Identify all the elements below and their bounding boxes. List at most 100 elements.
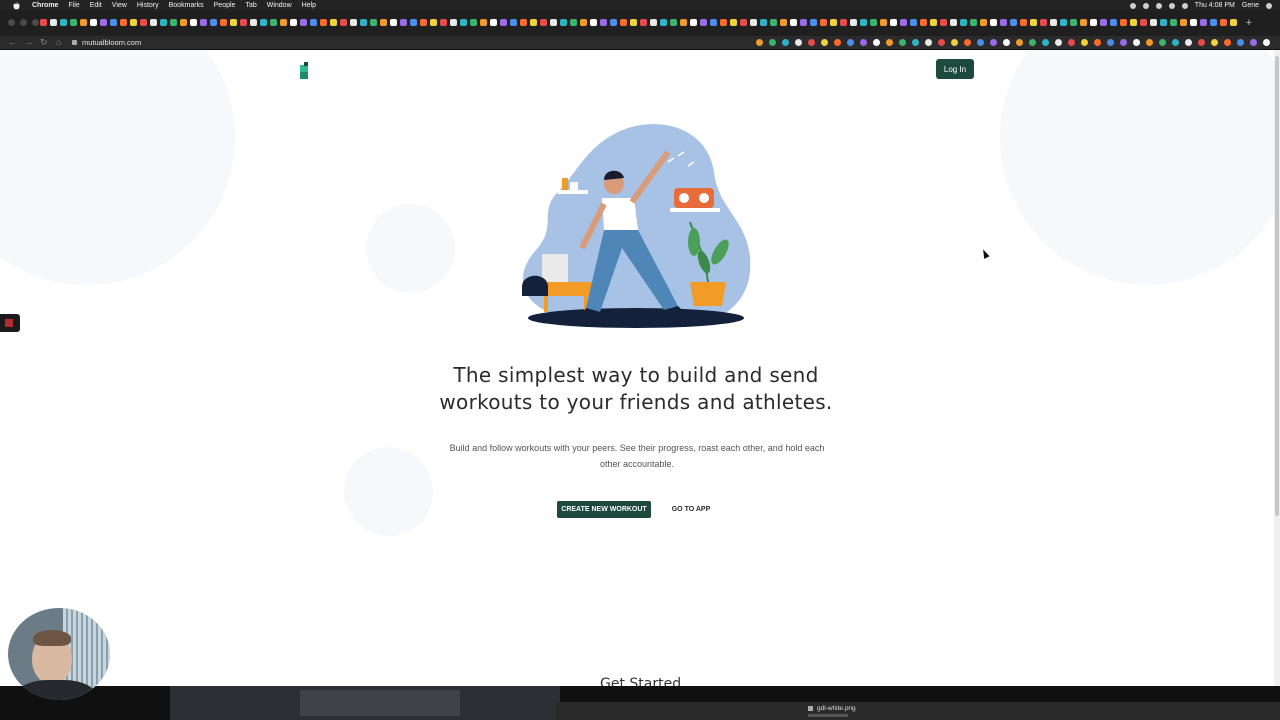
tab-favicon-icon[interactable] bbox=[480, 19, 487, 26]
tab-favicon-icon[interactable] bbox=[1140, 19, 1147, 26]
tab-favicon-icon[interactable] bbox=[970, 19, 977, 26]
extension-icon[interactable] bbox=[977, 39, 984, 46]
tab-favicon-icon[interactable] bbox=[70, 19, 77, 26]
tab-favicon-icon[interactable] bbox=[630, 19, 637, 26]
tab-favicon-icon[interactable] bbox=[1100, 19, 1107, 26]
minimize-window-icon[interactable] bbox=[20, 19, 27, 26]
tab-favicon-icon[interactable] bbox=[1200, 19, 1207, 26]
extension-icon[interactable] bbox=[1042, 39, 1049, 46]
tab-favicon-icon[interactable] bbox=[830, 19, 837, 26]
extension-icon[interactable] bbox=[795, 39, 802, 46]
tab-favicon-icon[interactable] bbox=[650, 19, 657, 26]
tab-favicon-icon[interactable] bbox=[870, 19, 877, 26]
extension-icon[interactable] bbox=[1120, 39, 1127, 46]
extension-icon[interactable] bbox=[782, 39, 789, 46]
tab-favicon-icon[interactable] bbox=[600, 19, 607, 26]
extension-icon[interactable] bbox=[886, 39, 893, 46]
extension-icon[interactable] bbox=[1146, 39, 1153, 46]
tab-favicon-icon[interactable] bbox=[1110, 19, 1117, 26]
extension-icon[interactable] bbox=[847, 39, 854, 46]
tab-favicon-icon[interactable] bbox=[770, 19, 777, 26]
extension-icon[interactable] bbox=[873, 39, 880, 46]
new-tab-icon[interactable]: + bbox=[1246, 17, 1252, 29]
menu-file[interactable]: File bbox=[68, 2, 79, 9]
tab-favicon-icon[interactable] bbox=[840, 19, 847, 26]
menu-history[interactable]: History bbox=[137, 2, 159, 9]
tab-favicon-icon[interactable] bbox=[1070, 19, 1077, 26]
tab-favicon-icon[interactable] bbox=[100, 19, 107, 26]
extension-icon[interactable] bbox=[912, 39, 919, 46]
menubar-user[interactable]: Gene bbox=[1242, 2, 1259, 9]
tab-favicon-icon[interactable] bbox=[550, 19, 557, 26]
extension-icon[interactable] bbox=[834, 39, 841, 46]
tab-favicon-icon[interactable] bbox=[910, 19, 917, 26]
home-icon[interactable]: ⌂ bbox=[56, 37, 61, 48]
tab-favicon-icon[interactable] bbox=[340, 19, 347, 26]
tab-favicon-icon[interactable] bbox=[920, 19, 927, 26]
tab-favicon-icon[interactable] bbox=[530, 19, 537, 26]
forward-icon[interactable]: → bbox=[24, 37, 33, 48]
tab-favicon-icon[interactable] bbox=[710, 19, 717, 26]
tab-favicon-icon[interactable] bbox=[750, 19, 757, 26]
create-new-workout-button[interactable]: CREATE NEW WORKOUT bbox=[557, 501, 651, 518]
menu-app-chrome[interactable]: Chrome bbox=[32, 2, 58, 9]
tab-favicon-icon[interactable] bbox=[1000, 19, 1007, 26]
tab-favicon-icon[interactable] bbox=[950, 19, 957, 26]
page-scrollbar[interactable] bbox=[1274, 50, 1280, 686]
extension-icon[interactable] bbox=[769, 39, 776, 46]
tab-favicon-icon[interactable] bbox=[200, 19, 207, 26]
mutualbloom-logo[interactable] bbox=[299, 61, 309, 81]
tab-favicon-icon[interactable] bbox=[1010, 19, 1017, 26]
extension-icon[interactable] bbox=[1211, 39, 1218, 46]
tab-favicon-icon[interactable] bbox=[900, 19, 907, 26]
extension-icon[interactable] bbox=[951, 39, 958, 46]
download-item[interactable]: gdl-white.png bbox=[808, 705, 856, 712]
tab-favicon-icon[interactable] bbox=[160, 19, 167, 26]
extension-icon[interactable] bbox=[1055, 39, 1062, 46]
lock-icon[interactable] bbox=[72, 40, 77, 45]
tab-favicon-icon[interactable] bbox=[940, 19, 947, 26]
tab-favicon-icon[interactable] bbox=[850, 19, 857, 26]
extension-icon[interactable] bbox=[1081, 39, 1088, 46]
tab-favicon-icon[interactable] bbox=[50, 19, 57, 26]
download-file-name[interactable]: gdl-white.png bbox=[817, 705, 856, 712]
back-icon[interactable]: ← bbox=[8, 37, 17, 48]
tab-favicon-icon[interactable] bbox=[320, 19, 327, 26]
extension-icon[interactable] bbox=[938, 39, 945, 46]
extension-icon[interactable] bbox=[756, 39, 763, 46]
extension-icon[interactable] bbox=[860, 39, 867, 46]
tab-favicon-icon[interactable] bbox=[890, 19, 897, 26]
tab-favicon-icon[interactable] bbox=[540, 19, 547, 26]
tab-favicon-icon[interactable] bbox=[780, 19, 787, 26]
tab-favicon-icon[interactable] bbox=[760, 19, 767, 26]
tab-favicon-icon[interactable] bbox=[860, 19, 867, 26]
extension-icon[interactable] bbox=[1172, 39, 1179, 46]
tab-favicon-icon[interactable] bbox=[580, 19, 587, 26]
tab-favicon-icon[interactable] bbox=[450, 19, 457, 26]
tab-favicon-icon[interactable] bbox=[1040, 19, 1047, 26]
tab-favicon-icon[interactable] bbox=[1190, 19, 1197, 26]
tab-favicon-icon[interactable] bbox=[740, 19, 747, 26]
tab-favicon-icon[interactable] bbox=[960, 19, 967, 26]
tab-favicon-icon[interactable] bbox=[810, 19, 817, 26]
tab-favicon-icon[interactable] bbox=[1130, 19, 1137, 26]
tab-favicon-icon[interactable] bbox=[250, 19, 257, 26]
tab-favicon-icon[interactable] bbox=[1170, 19, 1177, 26]
tab-favicon-icon[interactable] bbox=[690, 19, 697, 26]
tab-favicon-icon[interactable] bbox=[470, 19, 477, 26]
tab-favicon-icon[interactable] bbox=[360, 19, 367, 26]
tab-favicon-icon[interactable] bbox=[990, 19, 997, 26]
url-text[interactable]: mutualbloom.com bbox=[82, 38, 141, 47]
menu-help[interactable]: Help bbox=[302, 2, 316, 9]
dropbox-icon[interactable] bbox=[1129, 2, 1136, 9]
menu-edit[interactable]: Edit bbox=[90, 2, 102, 9]
tab-favicon-icon[interactable] bbox=[1150, 19, 1157, 26]
tab-favicon-icon[interactable] bbox=[490, 19, 497, 26]
tab-favicon-icon[interactable] bbox=[170, 19, 177, 26]
extension-icon[interactable] bbox=[1094, 39, 1101, 46]
tab-favicon-icon[interactable] bbox=[310, 19, 317, 26]
recording-indicator[interactable] bbox=[0, 314, 20, 332]
wifi-icon[interactable] bbox=[1168, 2, 1175, 9]
tab-favicon-icon[interactable] bbox=[980, 19, 987, 26]
extension-icon[interactable] bbox=[808, 39, 815, 46]
